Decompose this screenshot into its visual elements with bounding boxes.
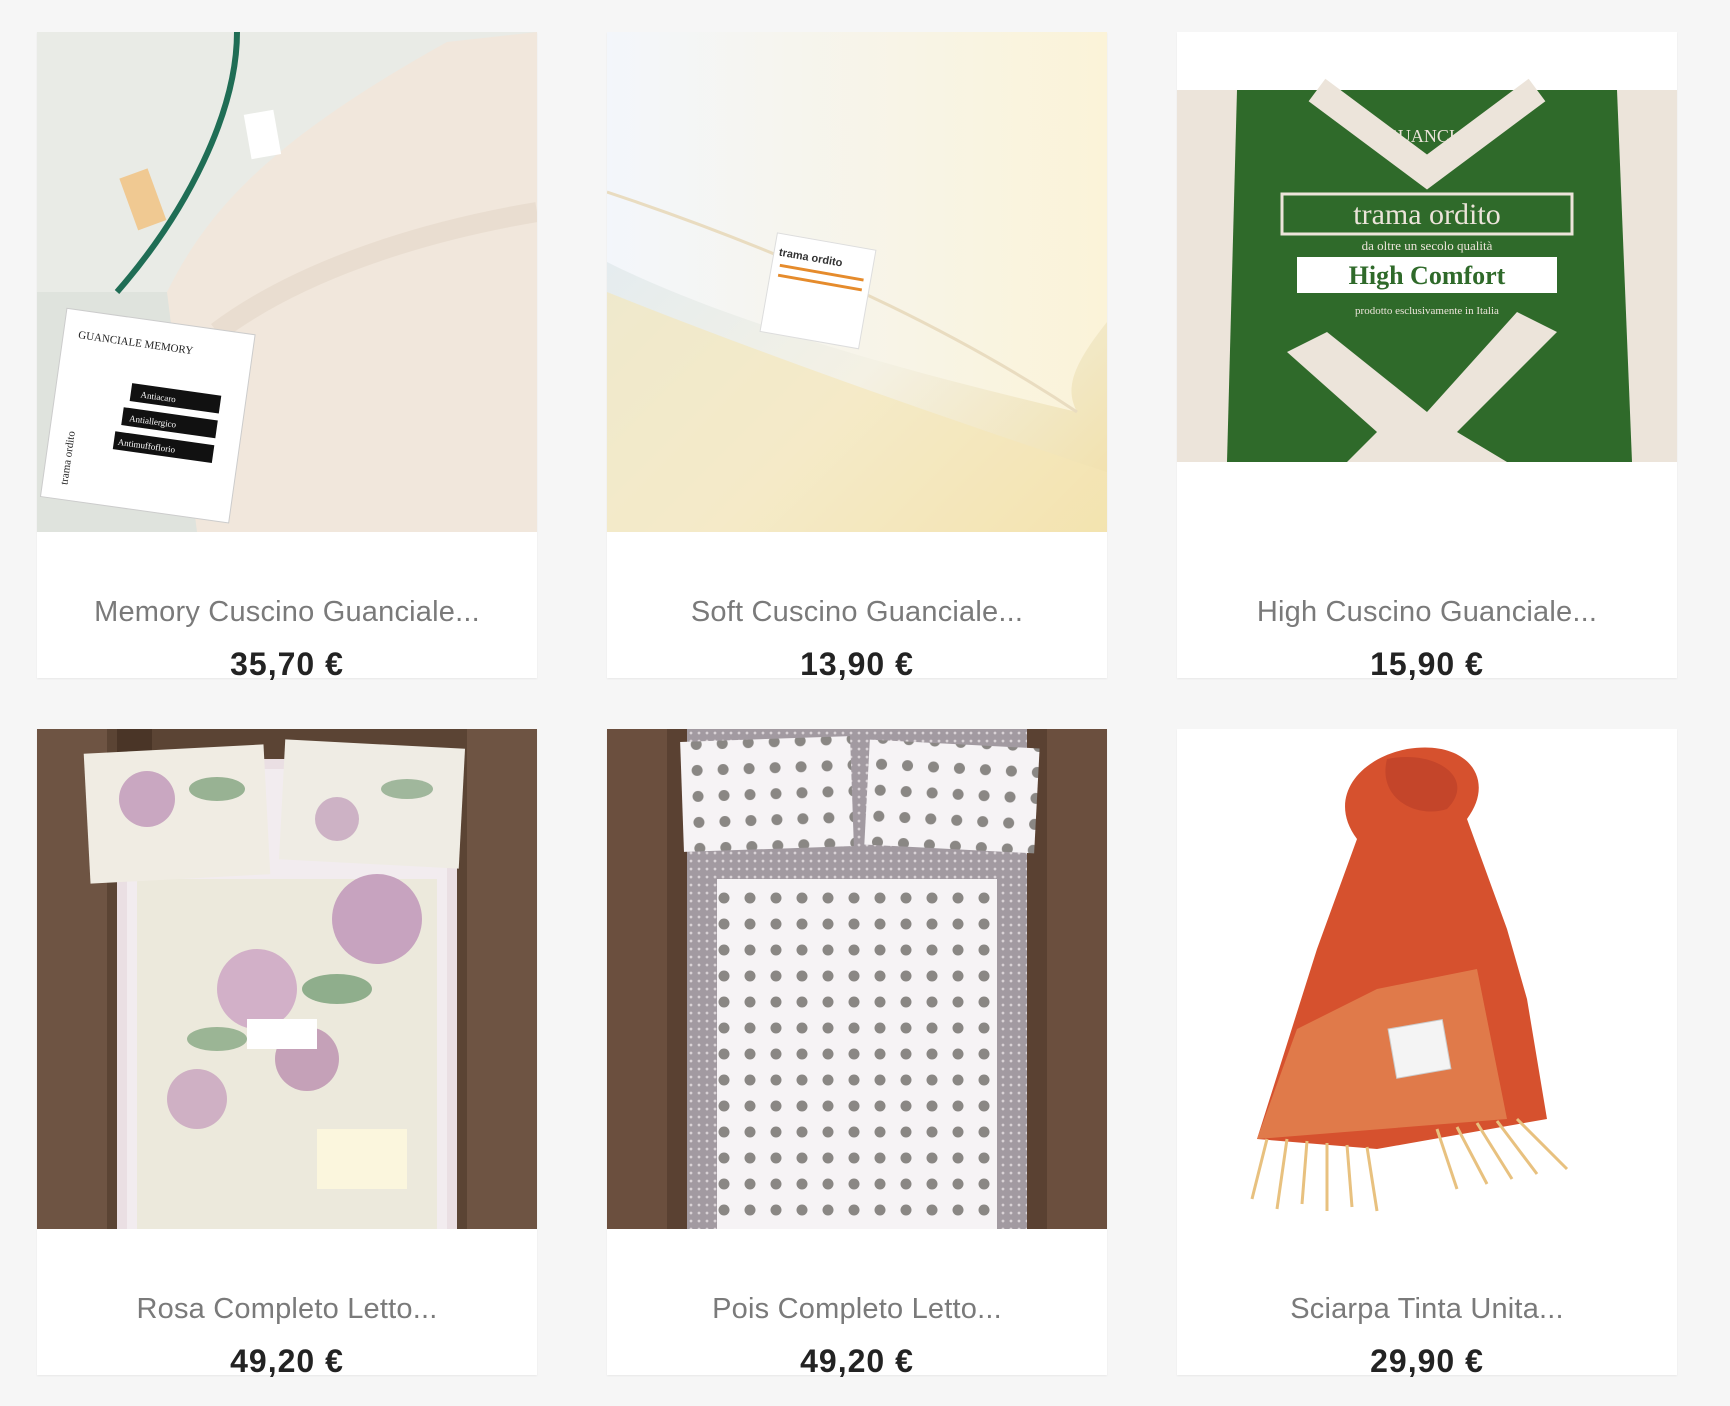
product-title[interactable]: Sciarpa Tinta Unita...: [1177, 1293, 1677, 1326]
product-card[interactable]: trama ordito Soft Cuscino Guanciale... 1…: [607, 32, 1107, 682]
product-image-pois-bedding[interactable]: [607, 729, 1107, 1229]
rosa-floral-bedding-image: [37, 729, 537, 1229]
product-image-memory-pillow[interactable]: GUANCIALE MEMORY Antiacaro Antiallergico…: [37, 32, 537, 532]
product-price: 29,90 €: [1370, 1343, 1484, 1379]
pois-polka-dot-bedding-image: [607, 729, 1107, 1229]
product-price: 49,20 €: [800, 1343, 914, 1379]
high-pillow-package-image: IL GUANCIALE trama ordito da oltre un se…: [1177, 32, 1677, 532]
product-title[interactable]: Rosa Completo Letto...: [37, 1293, 537, 1326]
product-card[interactable]: IL GUANCIALE trama ordito da oltre un se…: [1177, 32, 1677, 682]
high-label-subtitle: da oltre un secolo qualità: [1362, 238, 1493, 253]
product-title[interactable]: Pois Completo Letto...: [607, 1293, 1107, 1326]
product-image-soft-pillow[interactable]: trama ordito: [607, 32, 1107, 532]
product-card[interactable]: Rosa Completo Letto... 49,20 €: [37, 729, 537, 1379]
product-image-scarf[interactable]: [1177, 729, 1677, 1229]
high-label-origin: prodotto esclusivamente in Italia: [1355, 305, 1499, 317]
product-image-high-pillow[interactable]: IL GUANCIALE trama ordito da oltre un se…: [1177, 32, 1677, 532]
product-price: 35,70 €: [230, 646, 344, 682]
high-label-product: High Comfort: [1349, 261, 1506, 290]
high-label-title: IL GUANCIALE: [1364, 126, 1490, 146]
product-title[interactable]: Memory Cuscino Guanciale...: [37, 596, 537, 629]
product-price: 15,90 €: [1370, 646, 1484, 682]
product-title[interactable]: High Cuscino Guanciale...: [1177, 596, 1677, 629]
product-card[interactable]: Sciarpa Tinta Unita... 29,90 €: [1177, 729, 1677, 1379]
product-image-rosa-bedding[interactable]: [37, 729, 537, 1229]
orange-scarf-image: [1177, 729, 1677, 1229]
product-card[interactable]: GUANCIALE MEMORY Antiacaro Antiallergico…: [37, 32, 537, 682]
product-price: 13,90 €: [800, 646, 914, 682]
memory-pillow-image: GUANCIALE MEMORY Antiacaro Antiallergico…: [37, 32, 537, 532]
product-title[interactable]: Soft Cuscino Guanciale...: [607, 596, 1107, 629]
product-card[interactable]: Pois Completo Letto... 49,20 €: [607, 729, 1107, 1379]
product-price: 49,20 €: [230, 1343, 344, 1379]
product-grid: GUANCIALE MEMORY Antiacaro Antiallergico…: [0, 0, 1730, 1406]
high-label-brand: trama ordito: [1353, 198, 1500, 231]
soft-pillow-image: trama ordito: [607, 32, 1107, 532]
